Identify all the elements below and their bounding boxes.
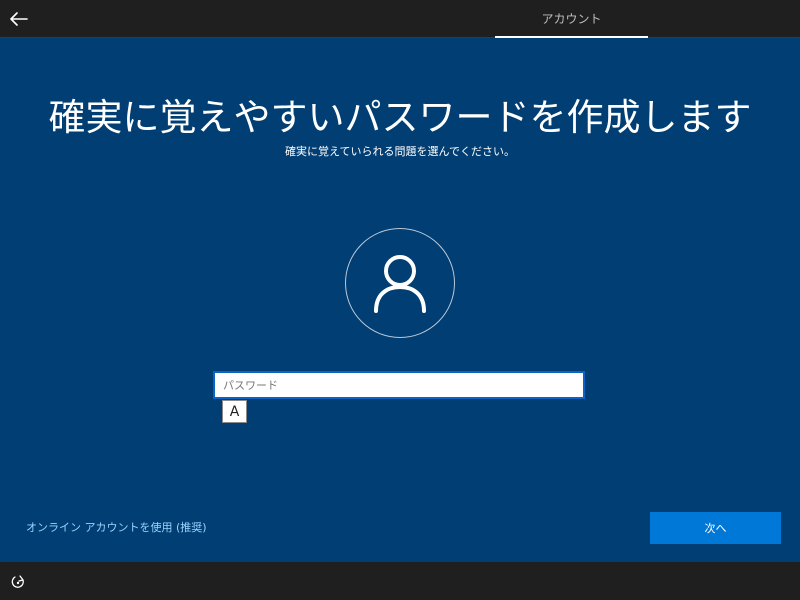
arrow-left-icon: [9, 11, 28, 26]
tab-account-label: アカウント: [541, 12, 602, 26]
user-icon: [374, 255, 426, 313]
main-panel: 確実に覚えやすいパスワードを作成します 確実に覚えていられる問題を選んでください…: [0, 38, 800, 562]
page-title: 確実に覚えやすいパスワードを作成します: [48, 96, 752, 139]
next-button[interactable]: 次へ: [650, 512, 781, 544]
password-input[interactable]: [213, 371, 585, 399]
avatar: [345, 228, 455, 338]
back-button[interactable]: [0, 0, 37, 37]
bottom-bar: [0, 562, 800, 600]
ime-mode-indicator[interactable]: A: [222, 400, 247, 423]
ease-of-access-button[interactable]: [8, 572, 28, 592]
tab-account: アカウント: [495, 0, 648, 38]
ease-of-access-icon: [11, 575, 24, 588]
page-subtitle: 確実に覚えていられる問題を選んでください。: [285, 145, 515, 158]
top-bar: アカウント: [0, 0, 800, 38]
online-account-link[interactable]: オンライン アカウントを使用 (推奨): [26, 520, 207, 536]
